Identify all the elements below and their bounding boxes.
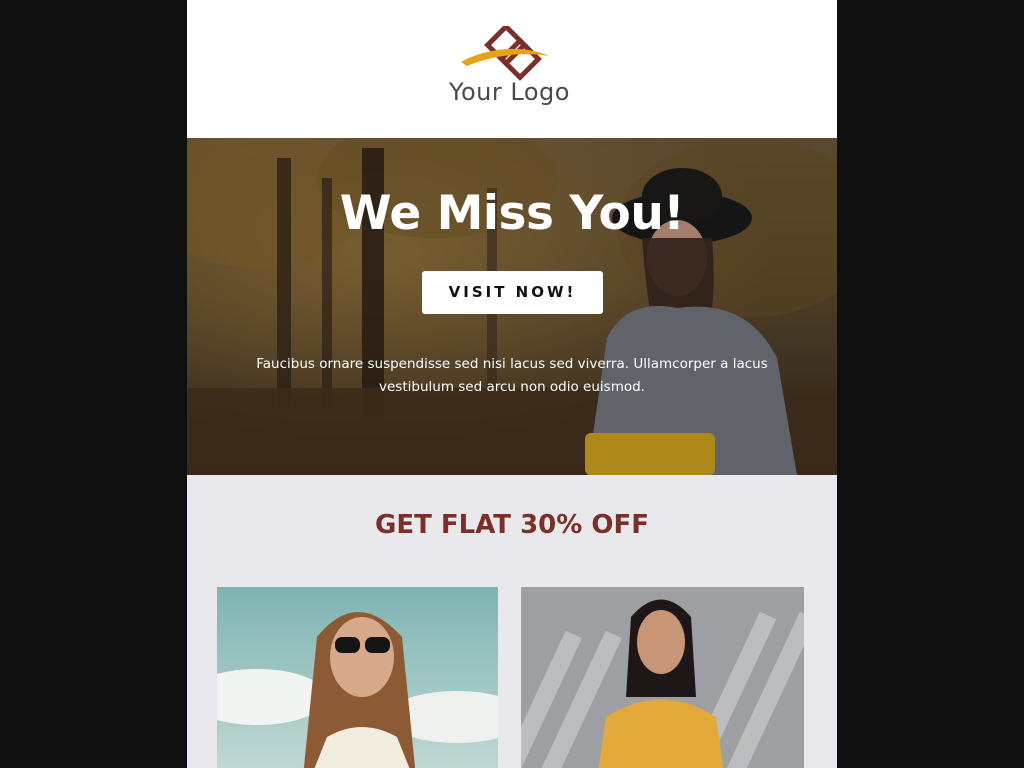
hero-description: Faucibus ornare suspendisse sed nisi lac… <box>256 356 768 395</box>
email-container: Your Logo We Miss You! VISIT NOW! Faucib… <box>187 0 837 768</box>
product-image-1[interactable] <box>217 587 498 768</box>
offer-title: GET FLAT 30% OFF <box>374 510 649 540</box>
hero-title: We Miss You! <box>339 186 685 241</box>
hero-banner: We Miss You! VISIT NOW! Faucibus ornare … <box>187 138 837 475</box>
offer-section: GET FLAT 30% OFF <box>187 475 837 768</box>
product-image-2[interactable] <box>521 587 804 768</box>
woman-in-yellow-dress-photo <box>521 587 804 768</box>
visit-now-button[interactable]: VISIT NOW! <box>422 271 603 314</box>
email-header: Your Logo <box>187 0 837 138</box>
woman-in-sunglasses-photo <box>217 587 498 768</box>
brand-logo[interactable]: Your Logo <box>445 26 579 112</box>
logo-text: Your Logo <box>449 78 570 106</box>
